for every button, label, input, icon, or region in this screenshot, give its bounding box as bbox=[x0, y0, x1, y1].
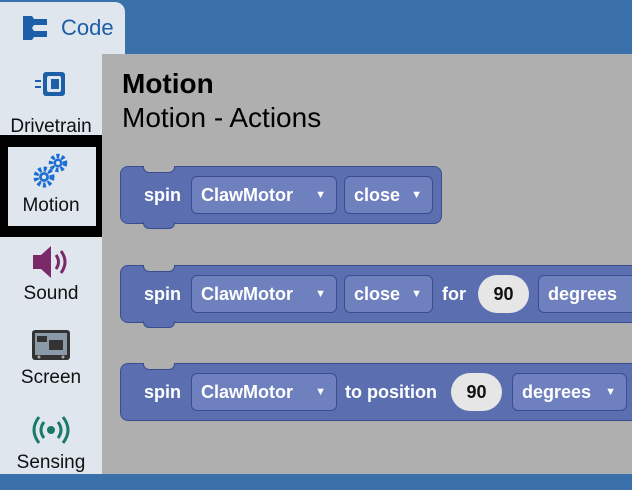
tab-label: Code bbox=[61, 15, 114, 40]
motor-dropdown[interactable]: ClawMotor ▼ bbox=[191, 373, 337, 411]
sidebar-item-label: Sound bbox=[23, 283, 79, 304]
motor-dropdown[interactable]: ClawMotor ▼ bbox=[191, 176, 337, 214]
dropdown-arrow-icon: ▼ bbox=[411, 189, 422, 201]
block-keyword: spin bbox=[144, 284, 182, 304]
dropdown-arrow-icon: ▼ bbox=[411, 288, 422, 300]
code-blocks-icon bbox=[23, 16, 47, 40]
screen-icon bbox=[32, 330, 70, 360]
sidebar-item-label: Sensing bbox=[16, 452, 86, 473]
category-subtitle: Motion - Actions bbox=[122, 102, 322, 133]
block-keyword: for bbox=[442, 284, 466, 304]
unit-dropdown[interactable]: degrees ▼ bbox=[538, 275, 632, 313]
unit-dropdown[interactable]: degrees ▼ bbox=[512, 373, 627, 411]
spin-to-position-block[interactable]: spin ClawMotor ▼ to position 90 degrees … bbox=[120, 363, 632, 421]
dropdown-arrow-icon: ▼ bbox=[315, 189, 326, 201]
motor-dropdown[interactable]: ClawMotor ▼ bbox=[191, 275, 337, 313]
sidebar-item-sound[interactable]: Sound bbox=[0, 238, 102, 322]
gears-icon bbox=[33, 153, 68, 188]
sidebar-item-sensing[interactable]: Sensing bbox=[0, 406, 102, 490]
block-workspace: Motion Motion - Actions spin ClawMotor ▼… bbox=[102, 54, 632, 474]
amount-input[interactable]: 90 bbox=[478, 275, 529, 313]
dropdown-arrow-icon: ▼ bbox=[605, 386, 616, 398]
category-sidebar: Drivetrain Motion Sound Screen Sensing bbox=[0, 54, 108, 474]
spin-block[interactable]: spin ClawMotor ▼ close ▼ bbox=[120, 166, 442, 229]
block-keyword: to position bbox=[345, 382, 437, 402]
sidebar-item-screen[interactable]: Screen bbox=[0, 322, 102, 406]
sidebar-item-label: Screen bbox=[20, 367, 82, 388]
signal-icon bbox=[32, 416, 70, 444]
block-keyword: spin bbox=[144, 185, 182, 205]
drivetrain-icon bbox=[35, 72, 65, 96]
sidebar-item-label: Motion bbox=[22, 195, 80, 216]
block-keyword: spin bbox=[144, 382, 182, 402]
sidebar-item-drivetrain[interactable]: Drivetrain bbox=[0, 60, 102, 144]
category-title: Motion bbox=[122, 68, 214, 99]
spin-for-block[interactable]: spin ClawMotor ▼ close ▼ for 90 degrees … bbox=[120, 265, 632, 328]
tab-code[interactable]: Code bbox=[0, 2, 125, 62]
dropdown-arrow-icon: ▼ bbox=[315, 386, 326, 398]
direction-dropdown[interactable]: close ▼ bbox=[344, 176, 433, 214]
direction-dropdown[interactable]: close ▼ bbox=[344, 275, 433, 313]
speaker-icon bbox=[33, 246, 67, 278]
position-input[interactable]: 90 bbox=[451, 373, 502, 411]
sidebar-item-motion[interactable]: Motion bbox=[0, 135, 108, 237]
dropdown-arrow-icon: ▼ bbox=[315, 288, 326, 300]
